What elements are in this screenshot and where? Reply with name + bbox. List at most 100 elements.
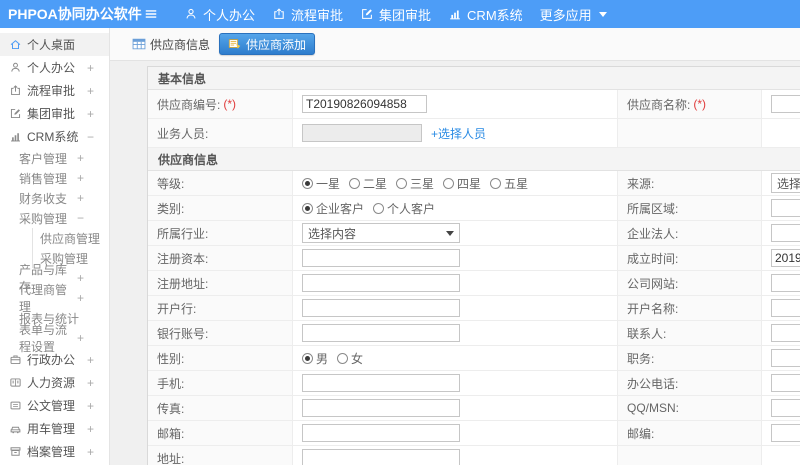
sidebar-item-个人办公[interactable]: 个人办公 + <box>0 56 109 79</box>
category-radio-企业客户[interactable]: 企业客户 <box>302 200 364 217</box>
expand-toggle-icon[interactable]: + <box>77 191 84 205</box>
gender-radio-group: 男女 <box>302 350 363 367</box>
company-website-input[interactable] <box>771 274 800 292</box>
expand-toggle-icon[interactable]: + <box>87 376 94 390</box>
contact-person-input[interactable] <box>771 324 800 342</box>
source-select[interactable]: 选择内容 <box>771 173 800 193</box>
sidebar-item-供应商管理[interactable]: 供应商管理 <box>32 228 109 248</box>
legal-person-input[interactable] <box>771 224 800 242</box>
radio-icon[interactable] <box>302 202 313 214</box>
sidebar-item-销售管理[interactable]: 销售管理 + <box>0 168 109 188</box>
radio-icon[interactable] <box>443 177 455 189</box>
expand-toggle-icon[interactable]: − <box>87 130 94 144</box>
office-phone-input[interactable] <box>771 374 800 392</box>
registered-capital-input[interactable] <box>302 249 460 267</box>
expand-toggle-icon[interactable]: + <box>87 107 94 121</box>
sidebar-item-CRM系统[interactable]: CRM系统 − <box>0 125 109 148</box>
founded-date-input[interactable] <box>771 249 800 267</box>
star-level-radio-三星[interactable]: 三星 <box>396 175 434 192</box>
gender-radio-女[interactable]: 女 <box>337 350 363 367</box>
star-level-radio-二星[interactable]: 二星 <box>349 175 387 192</box>
supplier-name-input[interactable] <box>771 95 800 113</box>
radio-icon[interactable] <box>396 177 408 189</box>
account-name-input[interactable] <box>771 299 800 317</box>
field-value-cell <box>762 246 800 271</box>
top-nav-item-3[interactable]: 集团审批 <box>360 5 431 24</box>
sidebar-item-个人桌面[interactable]: 个人桌面 <box>0 33 109 56</box>
expand-toggle-icon[interactable]: + <box>87 84 94 98</box>
gender-radio-男[interactable]: 男 <box>302 350 328 367</box>
formadd-icon <box>228 37 242 51</box>
zip-code-input[interactable] <box>771 424 800 442</box>
business-person-pick-link[interactable]: +选择人员 <box>431 125 486 142</box>
radio-icon[interactable] <box>337 352 349 364</box>
sidebar-item-人力资源[interactable]: 人力资源 + <box>0 371 109 394</box>
menu-icon[interactable] <box>144 7 158 21</box>
field-label-cell <box>618 119 762 148</box>
sidebar-item-表单与流程设置[interactable]: 表单与流程设置 + <box>0 323 109 354</box>
expand-toggle-icon[interactable]: + <box>77 151 84 165</box>
field-label-cell: 办公电话: <box>618 371 762 396</box>
supplier-code-input[interactable] <box>302 95 427 113</box>
star-level-radio-四星[interactable]: 四星 <box>443 175 481 192</box>
sidebar-item-公文管理[interactable]: 公文管理 + <box>0 394 109 417</box>
address-input[interactable] <box>302 449 460 465</box>
sidebar-item-采购管理[interactable]: 采购管理 − <box>0 208 109 228</box>
field-wrap <box>302 274 460 292</box>
radio-icon[interactable] <box>490 177 502 189</box>
business-person-input[interactable] <box>302 124 422 142</box>
expand-toggle-icon[interactable]: + <box>77 291 84 305</box>
sidebar-item-流程审批[interactable]: 流程审批 + <box>0 79 109 102</box>
top-nav-item-5[interactable]: 更多应用 <box>540 5 607 24</box>
industry-select[interactable]: 选择内容 <box>302 223 460 243</box>
registered-address-input[interactable] <box>302 274 460 292</box>
expand-toggle-icon[interactable]: + <box>87 399 94 413</box>
sidebar-item-档案管理[interactable]: 档案管理 + <box>0 440 109 463</box>
form-row: 手机: 办公电话: <box>148 371 800 396</box>
expand-toggle-icon[interactable]: + <box>87 422 94 436</box>
radio-icon[interactable] <box>373 202 385 214</box>
sidebar-item-客户管理[interactable]: 客户管理 + <box>0 148 109 168</box>
bank-branch-input[interactable] <box>302 299 460 317</box>
radio-icon[interactable] <box>302 352 313 364</box>
field-wrap <box>771 274 800 292</box>
form-row: 开户行: 开户名称: <box>148 296 800 321</box>
expand-toggle-icon[interactable]: − <box>77 211 84 225</box>
expand-toggle-icon[interactable]: + <box>87 353 94 367</box>
field-label-cell: 邮箱: <box>148 421 293 446</box>
field-wrap: 选择内容 <box>302 223 460 243</box>
field-value-cell <box>762 371 800 396</box>
radio-icon[interactable] <box>302 177 313 189</box>
expand-toggle-icon[interactable]: + <box>77 171 84 185</box>
expand-toggle-icon[interactable]: + <box>77 331 84 345</box>
bank-account-input[interactable] <box>302 324 460 342</box>
star-level-radio-五星[interactable]: 五星 <box>490 175 528 192</box>
top-nav-item-1[interactable]: 个人办公 <box>184 5 255 24</box>
expand-toggle-icon[interactable]: + <box>87 445 94 459</box>
position-input[interactable] <box>771 349 800 367</box>
expand-toggle-icon[interactable]: + <box>77 271 84 285</box>
sidebar-item-行政办公[interactable]: 行政办公 + <box>0 348 109 371</box>
star-level-radio-一星[interactable]: 一星 <box>302 175 340 192</box>
sidebar-item-集团审批[interactable]: 集团审批 + <box>0 102 109 125</box>
form-row: 类别: 企业客户 个人客户 所属区域: <box>148 196 800 221</box>
expand-toggle-icon[interactable]: + <box>87 61 94 75</box>
category-radio-个人客户[interactable]: 个人客户 <box>373 200 435 217</box>
region-input[interactable] <box>771 199 800 217</box>
sidebar-item-用车管理[interactable]: 用车管理 + <box>0 417 109 440</box>
top-nav-item-4[interactable]: CRM系统 <box>448 5 523 24</box>
tab-供应商信息[interactable]: 供应商信息 <box>132 36 210 53</box>
field-wrap <box>771 424 800 442</box>
sidebar-item-代理商管理[interactable]: 代理商管理 + <box>0 283 109 314</box>
fax-input[interactable] <box>302 399 460 417</box>
supplier-add-form: 基本信息供应商编号:(*)供应商名称:(*)业务人员:+选择人员供应商信息等级:… <box>147 66 800 465</box>
tab-供应商添加[interactable]: 供应商添加 <box>219 33 316 55</box>
mobile-input[interactable] <box>302 374 460 392</box>
field-wrap: 男女 <box>302 350 363 367</box>
sidebar-item-财务收支[interactable]: 财务收支 + <box>0 188 109 208</box>
qq-msn-input[interactable] <box>771 399 800 417</box>
field-label-cell: 业务人员: <box>148 119 293 148</box>
top-nav-item-2[interactable]: 流程审批 <box>272 5 343 24</box>
email-input[interactable] <box>302 424 460 442</box>
radio-icon[interactable] <box>349 177 361 189</box>
